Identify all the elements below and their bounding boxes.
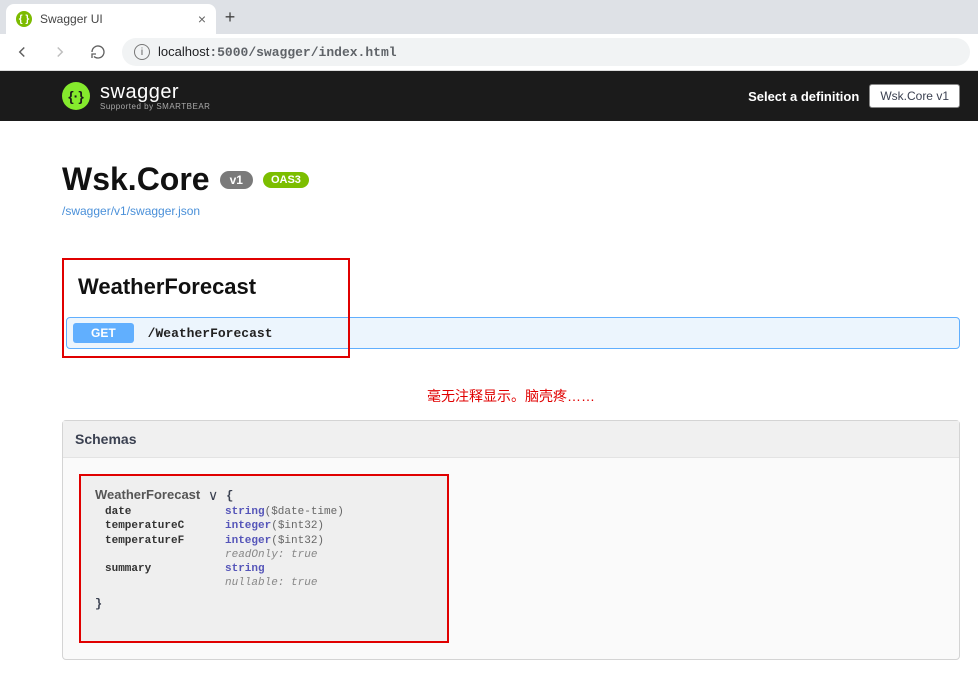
back-button[interactable]: [8, 38, 36, 66]
prop-key: temperatureF: [105, 534, 225, 548]
tag-name[interactable]: WeatherForecast: [78, 274, 340, 300]
highlight-box-schema: WeatherForecast ∨ { date string($date-ti…: [79, 474, 449, 643]
api-title: Wsk.Core: [62, 161, 210, 198]
reload-button[interactable]: [84, 38, 112, 66]
swagger-logo-icon: {·}: [62, 82, 90, 110]
schemas-section: Schemas WeatherForecast ∨ { date string(…: [62, 420, 960, 660]
spec-link[interactable]: /swagger/v1/swagger.json: [62, 204, 960, 218]
tab-close-icon[interactable]: ×: [198, 11, 206, 27]
version-badge: v1: [220, 171, 253, 189]
brand-subtext: Supported by SMARTBEAR: [100, 102, 210, 111]
browser-tab[interactable]: { } Swagger UI ×: [6, 4, 216, 34]
swagger-topbar: {·} swagger Supported by SMARTBEAR Selec…: [0, 71, 978, 121]
prop-key: date: [105, 505, 225, 519]
prop-key: summary: [105, 562, 225, 576]
definition-select[interactable]: Wsk.Core v1: [869, 84, 960, 108]
chevron-down-icon[interactable]: ∨: [204, 487, 222, 504]
address-bar[interactable]: i localhost:5000/swagger/index.html: [122, 38, 970, 66]
brace-open: {: [226, 489, 233, 503]
prop-key: temperatureC: [105, 519, 225, 533]
swagger-brand: {·} swagger Supported by SMARTBEAR: [62, 81, 210, 111]
definition-label: Select a definition: [748, 89, 859, 104]
swagger-favicon-icon: { }: [16, 11, 32, 27]
prop-meta: readOnly: true: [225, 548, 317, 562]
highlight-box-tag: WeatherForecast: [62, 258, 350, 358]
schemas-header[interactable]: Schemas: [63, 421, 959, 458]
url-text: localhost:5000/swagger/index.html: [158, 44, 397, 60]
brand-text: swagger: [100, 81, 210, 104]
site-info-icon[interactable]: i: [134, 44, 150, 60]
annotation-text: 毫无注释显示。脑壳疼……: [62, 386, 960, 406]
forward-button[interactable]: [46, 38, 74, 66]
prop-meta: nullable: true: [225, 576, 317, 590]
model-name[interactable]: WeatherForecast: [95, 487, 200, 502]
oas-badge: OAS3: [263, 172, 309, 188]
brace-close: }: [95, 597, 433, 611]
tab-title: Swagger UI: [40, 12, 190, 26]
model-body: date string($date-time) temperatureC int…: [95, 505, 433, 591]
new-tab-button[interactable]: +: [216, 3, 244, 31]
